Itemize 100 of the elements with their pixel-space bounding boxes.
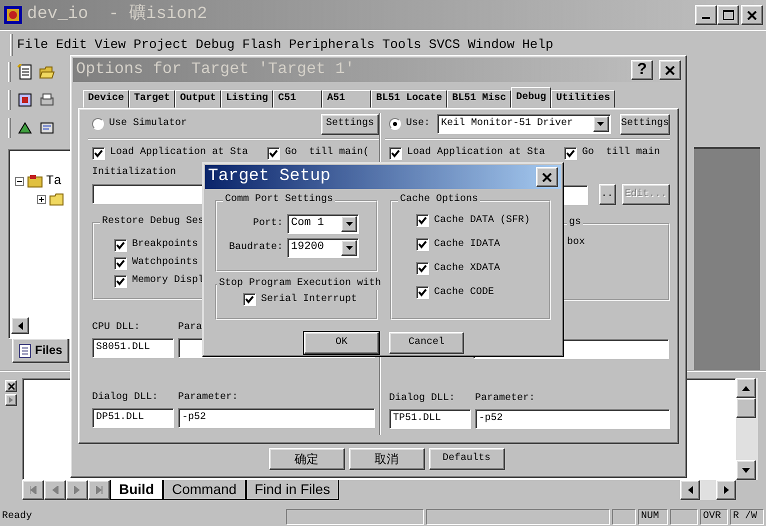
text-field[interactable]: DP51.DLL <box>92 408 174 428</box>
settings-button[interactable]: Settings <box>620 114 670 134</box>
menu-item[interactable]: SVCS <box>428 36 460 52</box>
close-icon <box>8 382 14 390</box>
previous-icon <box>52 486 58 494</box>
dialog-button[interactable]: Cancel <box>389 332 464 354</box>
field-label: Dialog DLL: <box>389 393 456 406</box>
baudrate-dropdown[interactable]: 19200 <box>287 238 359 258</box>
menu-item[interactable]: Peripherals <box>288 36 375 52</box>
tree-item[interactable]: Ta <box>46 173 62 189</box>
tab[interactable]: Listing <box>221 90 274 108</box>
tab[interactable]: A51 <box>322 90 372 108</box>
down-arrow-icon <box>742 468 750 472</box>
help-button[interactable]: ? <box>631 60 653 80</box>
dialog-button[interactable]: 取消 <box>348 448 424 470</box>
checkbox[interactable] <box>416 286 429 299</box>
scroll-down-button[interactable] <box>736 460 756 480</box>
checkbox[interactable] <box>114 274 127 288</box>
text-field[interactable]: -p52 <box>474 409 670 429</box>
tab[interactable]: Debug <box>511 87 552 108</box>
checkbox-label: Load Application at Sta <box>110 147 248 159</box>
checkbox[interactable] <box>92 146 105 160</box>
scroll-left-button[interactable] <box>680 480 700 500</box>
dialog-button[interactable]: OK <box>304 332 379 354</box>
checkmark-icon <box>245 295 254 304</box>
menu-item[interactable]: Flash <box>242 36 282 52</box>
tab[interactable]: C51 <box>273 90 322 108</box>
radio-button[interactable] <box>92 118 104 130</box>
scroll-right-button[interactable] <box>716 480 736 500</box>
menu-item[interactable]: View <box>94 36 126 52</box>
panel-tab[interactable]: Find in Files <box>246 480 340 500</box>
status-indicator: OVR <box>700 509 728 525</box>
field-label: Para <box>178 322 202 335</box>
checkmark-icon <box>566 148 575 158</box>
right-arrow-icon <box>724 486 728 494</box>
browse-button[interactable]: .. <box>598 184 616 205</box>
tab[interactable]: BL51 Locate <box>371 90 448 108</box>
port-dropdown[interactable]: Com 1 <box>287 214 359 234</box>
text-field[interactable]: S8051.DLL <box>92 338 174 358</box>
checkbox[interactable] <box>564 146 577 160</box>
expand-button[interactable] <box>5 394 17 406</box>
close-button[interactable] <box>536 167 558 187</box>
status-indicator: NUM <box>638 509 668 525</box>
next-button[interactable] <box>66 480 88 500</box>
menu-item[interactable]: File <box>17 36 48 52</box>
last-button[interactable] <box>88 480 110 500</box>
menu-item[interactable]: Edit <box>56 36 88 52</box>
radio-button[interactable] <box>389 118 401 130</box>
menu-item[interactable]: Project <box>133 36 188 52</box>
radio-label: Use: <box>406 118 430 130</box>
caret-icon <box>597 122 604 126</box>
settings-button[interactable]: Settings <box>321 114 379 134</box>
checkbox[interactable] <box>416 262 429 275</box>
menu-item[interactable]: Tools <box>382 36 422 52</box>
tab[interactable]: Target <box>129 90 176 108</box>
field-label: Baudrate: <box>228 242 283 254</box>
driver-dropdown[interactable]: Keil Monitor-51 Driver <box>437 114 611 134</box>
text-field[interactable]: TP51.DLL <box>389 409 471 429</box>
scroll-track[interactable] <box>700 480 716 500</box>
tab[interactable]: Output <box>175 90 222 108</box>
vertical-scrollbar[interactable] <box>736 378 758 480</box>
scroll-thumb[interactable] <box>736 398 756 418</box>
checkbox[interactable] <box>416 214 429 227</box>
minimize-button[interactable] <box>695 5 717 25</box>
checkbox[interactable] <box>114 256 127 270</box>
scroll-left-button[interactable] <box>11 317 29 334</box>
close-button[interactable] <box>5 380 17 392</box>
checkbox-label: box <box>567 237 586 248</box>
expand-icon[interactable] <box>37 194 46 204</box>
checkmark-icon <box>94 148 103 158</box>
close-icon <box>747 10 757 20</box>
tab[interactable]: BL51 Misc <box>447 90 512 108</box>
menu-item[interactable]: Debug <box>196 36 235 52</box>
previous-button[interactable] <box>44 480 66 500</box>
close-button[interactable] <box>659 60 681 80</box>
checkbox[interactable] <box>389 146 402 160</box>
dialog-button[interactable]: 确定 <box>268 448 344 470</box>
printer-icon[interactable] <box>39 92 55 108</box>
panel-tab[interactable]: Build <box>110 480 163 500</box>
checkbox[interactable] <box>243 293 256 306</box>
scroll-up-button[interactable] <box>736 378 756 398</box>
collapse-icon[interactable] <box>15 176 24 186</box>
maximize-button[interactable] <box>717 5 739 25</box>
tab[interactable]: Device <box>83 90 130 108</box>
new-file-icon[interactable] <box>17 64 33 80</box>
checkbox[interactable] <box>416 238 429 251</box>
close-button[interactable] <box>741 5 763 25</box>
files-tab[interactable]: Files <box>12 339 70 363</box>
menu-item[interactable]: Help <box>522 36 554 52</box>
panel-tab[interactable]: Command <box>163 480 246 500</box>
text-field[interactable]: -p52 <box>178 408 375 428</box>
checkbox[interactable] <box>114 238 127 252</box>
menu-item[interactable]: Window <box>468 36 515 52</box>
checkbox-label: Go till main( <box>285 147 370 159</box>
tab[interactable]: Utilities <box>551 90 616 108</box>
folder-icon[interactable] <box>39 64 55 80</box>
dialog-button[interactable]: Defaults <box>428 448 504 470</box>
first-button[interactable] <box>22 480 44 500</box>
checkbox[interactable] <box>267 146 280 160</box>
checkbox-label: Memory Displ <box>132 275 204 287</box>
